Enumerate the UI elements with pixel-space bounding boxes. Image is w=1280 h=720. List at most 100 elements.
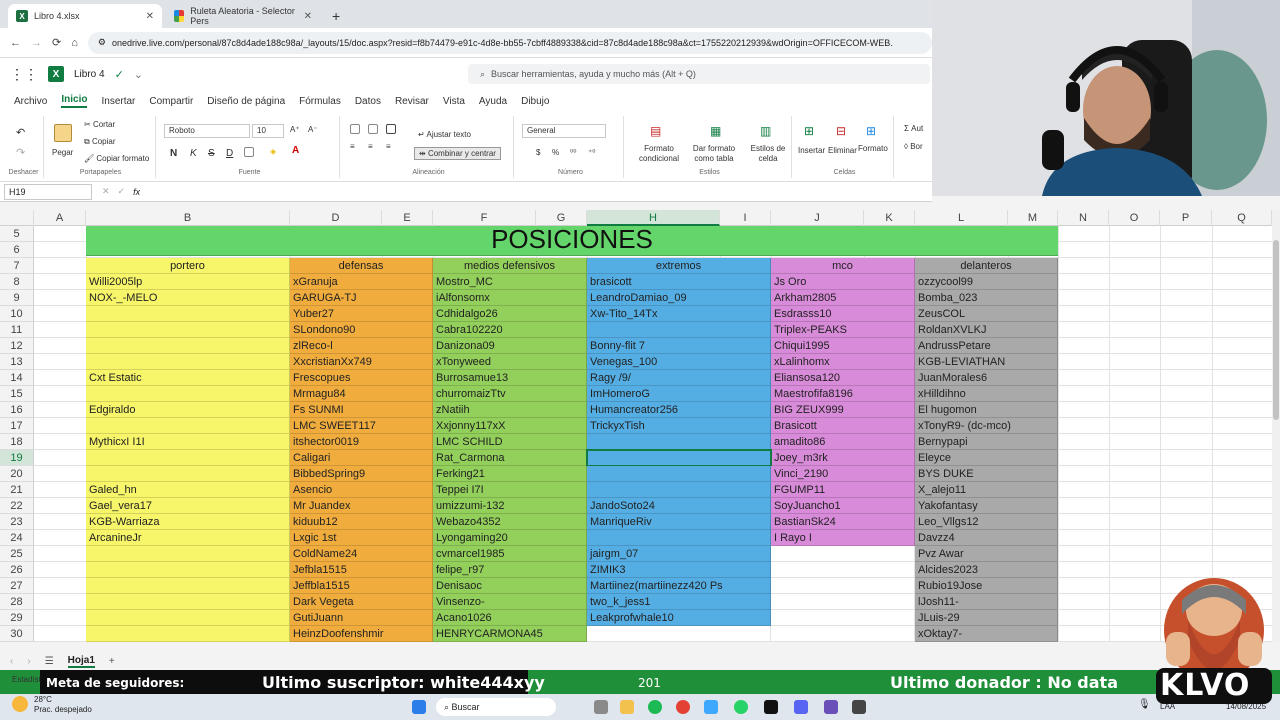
table-cell[interactable]: Js Oro [771, 274, 915, 290]
undo-icon[interactable]: ↶ [16, 126, 25, 139]
table-cell[interactable]: Burrosamue13 [433, 370, 587, 386]
table-cell[interactable] [587, 434, 771, 450]
table-cell[interactable] [86, 306, 290, 322]
table-cell[interactable]: HENRYCARMONA45 [433, 626, 587, 642]
table-cell[interactable]: ozzycool99 [915, 274, 1058, 290]
file-explorer-icon[interactable] [620, 700, 634, 714]
table-cell[interactable]: KGB-Warriaza [86, 514, 290, 530]
paste-button[interactable]: Pegar [52, 148, 73, 157]
table-cell[interactable] [86, 626, 290, 642]
currency-button[interactable]: $ [536, 148, 540, 157]
align-top-icon[interactable] [350, 124, 363, 134]
table-cell[interactable]: amadito86 [771, 434, 915, 450]
table-cell[interactable] [86, 594, 290, 610]
table-cell[interactable]: Pvz Awar [915, 546, 1058, 562]
table-cell[interactable]: zlReco-l [290, 338, 433, 354]
tiktok-icon[interactable] [764, 700, 778, 714]
formula-input[interactable] [152, 185, 932, 199]
font-size-select[interactable]: 10 [252, 124, 284, 138]
table-cell[interactable]: Lxgic 1st [290, 530, 433, 546]
table-cell[interactable]: Fs SUNMI [290, 402, 433, 418]
whatsapp-icon[interactable] [734, 700, 748, 714]
row-header[interactable]: 20 [0, 466, 34, 482]
table-cell[interactable]: Gael_vera17 [86, 498, 290, 514]
tab-inicio[interactable]: Inicio [61, 94, 88, 108]
row-header[interactable]: 23 [0, 514, 34, 530]
tab-formulas[interactable]: Fórmulas [299, 96, 341, 107]
table-cell[interactable]: Ferking21 [433, 466, 587, 482]
table-cell[interactable]: Caligari [290, 450, 433, 466]
table-cell[interactable]: ArcanineJr [86, 530, 290, 546]
conditional-format-button[interactable]: Formato condicional [634, 144, 684, 164]
table-cell[interactable]: GARUGA-TJ [290, 290, 433, 306]
table-cell[interactable]: Frescopues [290, 370, 433, 386]
table-cell[interactable]: umizzumi-132 [433, 498, 587, 514]
table-cell[interactable]: SLondono90 [290, 322, 433, 338]
start-icon[interactable] [412, 700, 426, 714]
table-cell[interactable]: Arkham2805 [771, 290, 915, 306]
row-header[interactable]: 25 [0, 546, 34, 562]
row-header[interactable]: 29 [0, 610, 34, 626]
table-cell[interactable]: AndrussPetare [915, 338, 1058, 354]
table-cell[interactable]: Chiqui1995 [771, 338, 915, 354]
table-cell[interactable]: two_k_jess1 [587, 594, 771, 610]
file-name[interactable]: Libro 4 [74, 69, 105, 80]
row-header[interactable]: 30 [0, 626, 34, 642]
back-icon[interactable]: ← [10, 37, 21, 49]
table-cell[interactable]: ZeusCOL [915, 306, 1058, 322]
table-cell[interactable]: JLuis-29 [915, 610, 1058, 626]
cancel-icon[interactable]: ✕ [102, 186, 110, 197]
row-header[interactable]: 10 [0, 306, 34, 322]
close-icon[interactable]: ✕ [304, 11, 312, 22]
category-header[interactable]: mco [771, 258, 915, 274]
shrink-font-icon[interactable]: A⁻ [308, 125, 318, 134]
table-cell[interactable]: Vinsenzo- [433, 594, 587, 610]
column-header-m[interactable]: M [1008, 210, 1058, 226]
table-cell[interactable]: NOX-_-MELO [86, 290, 290, 306]
table-cell[interactable]: ColdName24 [290, 546, 433, 562]
column-header-e[interactable]: E [382, 210, 433, 226]
table-cell[interactable]: Cdhidalgo26 [433, 306, 587, 322]
align-center-icon[interactable]: ≡ [368, 142, 373, 151]
table-cell[interactable]: BIG ZEUX999 [771, 402, 915, 418]
table-cell[interactable] [86, 386, 290, 402]
table-cell[interactable] [86, 562, 290, 578]
table-cell[interactable]: xOktay7- [915, 626, 1058, 642]
table-cell[interactable]: X_alejo11 [915, 482, 1058, 498]
table-cell[interactable] [86, 338, 290, 354]
row-header[interactable]: 24 [0, 530, 34, 546]
table-cell[interactable]: Mostro_MC [433, 274, 587, 290]
tab-ayuda[interactable]: Ayuda [479, 96, 507, 107]
table-cell[interactable] [86, 322, 290, 338]
tab-insertar[interactable]: Insertar [101, 96, 135, 107]
table-cell[interactable]: JandoSoto24 [587, 498, 771, 514]
table-cell[interactable]: Davzz4 [915, 530, 1058, 546]
table-cell[interactable]: SoyJuancho1 [771, 498, 915, 514]
redo-icon[interactable]: ↷ [16, 146, 25, 159]
table-cell[interactable]: Bernypapi [915, 434, 1058, 450]
table-cell[interactable]: ManriqueRiv [587, 514, 771, 530]
category-header[interactable]: portero [86, 258, 290, 274]
table-cell[interactable]: xTonyweed [433, 354, 587, 370]
table-cell[interactable]: Rubio19Jose [915, 578, 1058, 594]
table-cell[interactable] [771, 626, 915, 642]
grow-font-icon[interactable]: A⁺ [290, 125, 300, 134]
increase-decimal-icon[interactable]: ⁺⁰ [588, 148, 595, 157]
obs-icon[interactable] [824, 700, 838, 714]
table-cell[interactable]: itshector0019 [290, 434, 433, 450]
table-cell[interactable]: Jefbla1515 [290, 562, 433, 578]
column-header-a[interactable]: A [34, 210, 86, 226]
category-header[interactable]: extremos [587, 258, 771, 274]
tab-archivo[interactable]: Archivo [14, 96, 47, 107]
table-cell[interactable]: Acano1026 [433, 610, 587, 626]
column-header-l[interactable]: L [915, 210, 1008, 226]
table-cell[interactable]: I Rayo I [771, 530, 915, 546]
spreadsheet-grid[interactable]: 5 6 7 POSICIONES portero defensas medios defen… [0, 226, 1272, 642]
table-cell[interactable] [86, 466, 290, 482]
row-header[interactable]: 21 [0, 482, 34, 498]
align-right-icon[interactable]: ≡ [386, 142, 391, 151]
table-cell[interactable]: Yuber27 [290, 306, 433, 322]
discord-icon[interactable] [794, 700, 808, 714]
sheet-tab-hoja1[interactable]: Hoja1 [67, 655, 95, 668]
table-cell[interactable]: Mrmagu84 [290, 386, 433, 402]
